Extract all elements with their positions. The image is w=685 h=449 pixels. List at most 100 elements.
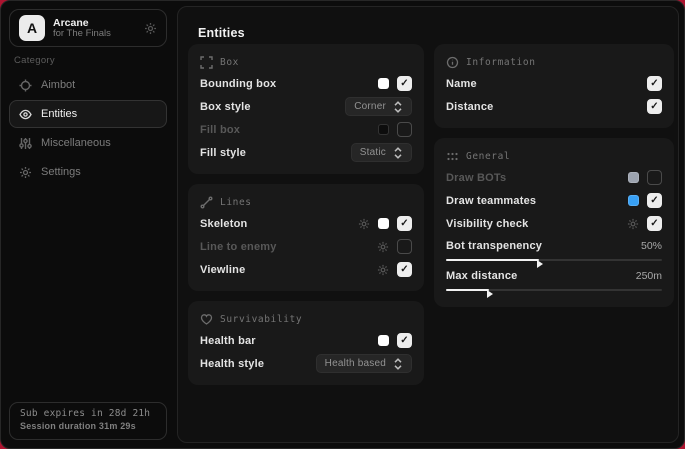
column-right: Information Name Distance	[434, 44, 674, 307]
page-title: Entities	[198, 26, 245, 40]
gear-icon	[19, 166, 32, 179]
checkbox[interactable]	[397, 262, 412, 277]
gear-icon[interactable]	[377, 241, 389, 253]
setting-row-box-style: Box style Corner	[200, 95, 412, 118]
slider-label: Bot transpenency	[446, 240, 542, 252]
slider-value: 50%	[641, 240, 662, 252]
sidebar-item-entities[interactable]: Entities	[9, 100, 167, 128]
sidebar-item-settings[interactable]: Settings	[9, 158, 167, 186]
setting-row-visibility-check: Visibility check	[446, 212, 662, 235]
setting-row-distance: Distance	[446, 95, 662, 118]
checkbox[interactable]	[397, 122, 412, 137]
box-style-dropdown[interactable]: Corner	[345, 97, 412, 116]
checkbox[interactable]	[647, 99, 662, 114]
sidebar-nav: Aimbot Entities Miscellaneous Settings	[9, 71, 167, 186]
crosshair-icon	[19, 79, 32, 92]
card-survivability: Survivability Health bar Health style He…	[188, 301, 424, 385]
setting-row-viewline: Viewline	[200, 258, 412, 281]
setting-label: Box style	[200, 101, 251, 113]
chevrons-up-down-icon	[393, 147, 403, 159]
box-corners-icon	[200, 56, 213, 69]
gear-icon[interactable]	[627, 218, 639, 230]
health-style-dropdown[interactable]: Health based	[316, 354, 412, 373]
checkbox[interactable]	[647, 193, 662, 208]
slider-thumb[interactable]	[537, 260, 543, 268]
setting-row-draw-bots: Draw BOTs	[446, 166, 662, 189]
info-icon	[446, 56, 459, 69]
slider-max-distance: Max distance 250m	[446, 267, 662, 295]
sliders-icon	[19, 137, 32, 150]
setting-label: Skeleton	[200, 218, 247, 230]
setting-label: Draw teammates	[446, 195, 536, 207]
checkbox[interactable]	[647, 216, 662, 231]
grid-dots-icon	[446, 150, 459, 163]
sidebar-item-aimbot[interactable]: Aimbot	[9, 71, 167, 99]
checkbox[interactable]	[397, 216, 412, 231]
color-swatch[interactable]	[628, 172, 639, 183]
card-title: Lines	[220, 197, 252, 208]
setting-label: Fill style	[200, 147, 246, 159]
chevrons-up-down-icon	[393, 101, 403, 113]
color-swatch[interactable]	[378, 218, 389, 229]
session-duration-text: Session duration 31m 29s	[20, 421, 156, 431]
column-left: Box Bounding box Box style Corner	[188, 44, 424, 385]
setting-row-fill-box: Fill box	[200, 118, 412, 141]
setting-label: Health style	[200, 358, 264, 370]
setting-label: Draw BOTs	[446, 172, 506, 184]
main-panel: Entities Box Bounding box Box style	[177, 6, 679, 443]
checkbox[interactable]	[647, 170, 662, 185]
setting-label: Fill box	[200, 124, 240, 136]
sidebar-item-miscellaneous[interactable]: Miscellaneous	[9, 129, 167, 157]
setting-label: Distance	[446, 101, 493, 113]
card-box: Box Bounding box Box style Corner	[188, 44, 424, 174]
setting-label: Bounding box	[200, 78, 276, 90]
slider-value: 250m	[636, 270, 662, 282]
setting-label: Health bar	[200, 335, 256, 347]
gear-icon[interactable]	[144, 22, 157, 35]
sidebar-item-label: Settings	[41, 166, 81, 178]
app-logo: A	[19, 15, 45, 41]
sidebar-item-label: Aimbot	[41, 79, 75, 91]
setting-row-draw-teammates: Draw teammates	[446, 189, 662, 212]
card-information: Information Name Distance	[434, 44, 674, 128]
color-swatch[interactable]	[628, 195, 639, 206]
setting-row-health-bar: Health bar	[200, 329, 412, 352]
slider-label: Max distance	[446, 270, 517, 282]
setting-row-name: Name	[446, 72, 662, 95]
card-title: Survivability	[220, 314, 302, 325]
setting-label: Name	[446, 78, 477, 90]
app-window: A Arcane for The Finals Category Aimbot …	[0, 0, 685, 449]
color-swatch[interactable]	[378, 335, 389, 346]
slider-track[interactable]	[446, 255, 662, 265]
checkbox[interactable]	[647, 76, 662, 91]
gear-icon[interactable]	[377, 264, 389, 276]
color-swatch[interactable]	[378, 124, 389, 135]
fill-style-dropdown[interactable]: Static	[351, 143, 412, 162]
setting-label: Line to enemy	[200, 241, 277, 253]
setting-label: Viewline	[200, 264, 245, 276]
color-swatch[interactable]	[378, 78, 389, 89]
sidebar-item-label: Entities	[41, 108, 77, 120]
setting-row-health-style: Health style Health based	[200, 352, 412, 375]
card-general: General Draw BOTs Draw teammates	[434, 138, 674, 307]
setting-label: Visibility check	[446, 218, 528, 230]
slider-bot-transparency: Bot transpenency 50%	[446, 237, 662, 265]
app-subtitle: for The Finals	[53, 29, 136, 40]
slider-thumb[interactable]	[487, 290, 493, 298]
gear-icon[interactable]	[358, 218, 370, 230]
line-icon	[200, 196, 213, 209]
checkbox[interactable]	[397, 239, 412, 254]
setting-row-skeleton: Skeleton	[200, 212, 412, 235]
category-label: Category	[14, 55, 55, 66]
sub-expiry-text: Sub expires in 28d 21h	[20, 408, 156, 419]
setting-row-fill-style: Fill style Static	[200, 141, 412, 164]
slider-track[interactable]	[446, 285, 662, 295]
chevrons-up-down-icon	[393, 358, 403, 370]
card-lines: Lines Skeleton Line to enemy	[188, 184, 424, 291]
card-title: General	[466, 151, 510, 162]
sidebar-item-label: Miscellaneous	[41, 137, 111, 149]
checkbox[interactable]	[397, 76, 412, 91]
checkbox[interactable]	[397, 333, 412, 348]
brand-card: A Arcane for The Finals	[9, 9, 167, 47]
heart-icon	[200, 313, 213, 326]
